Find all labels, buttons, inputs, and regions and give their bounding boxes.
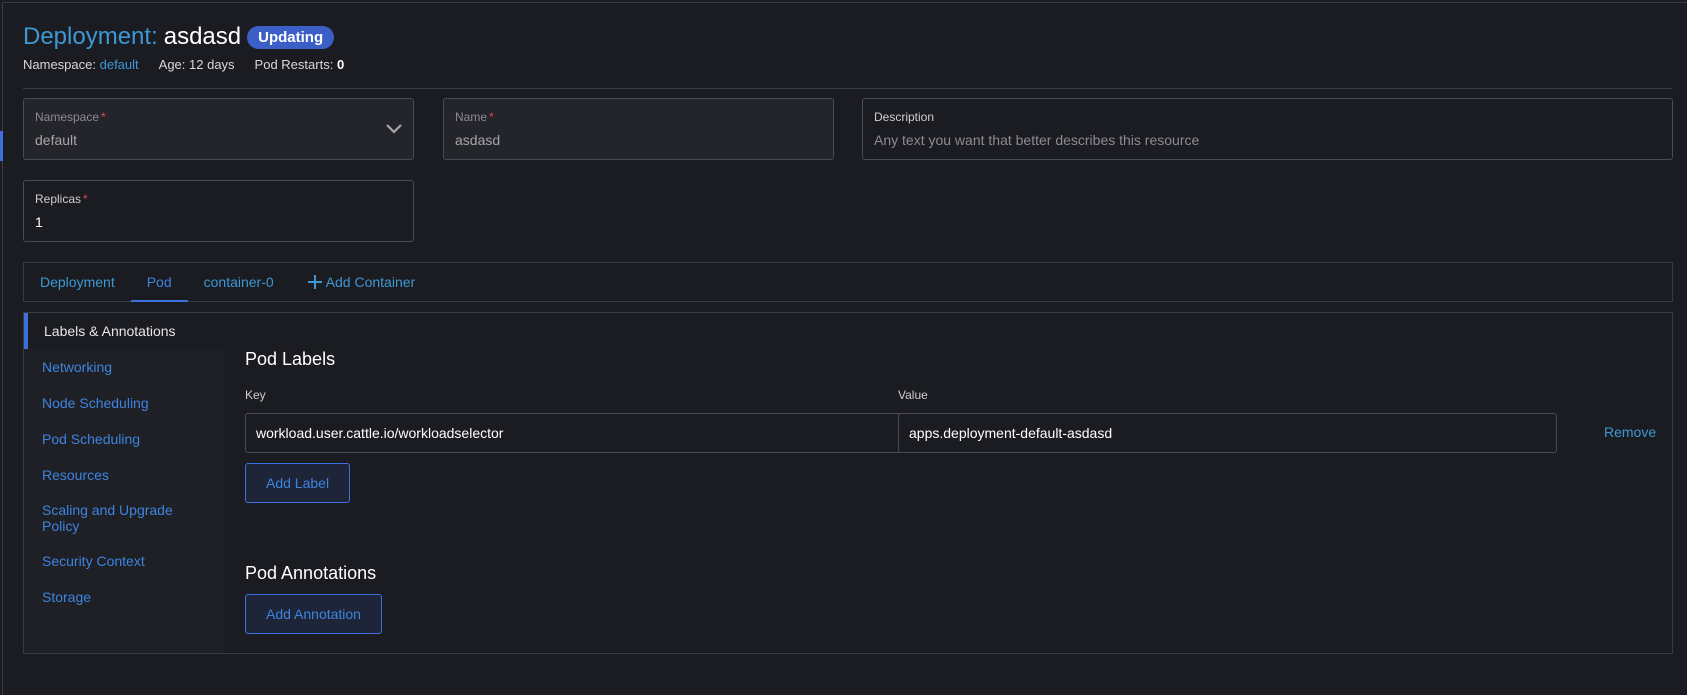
required-mark: *	[101, 110, 106, 124]
side-nav-node-scheduling[interactable]: Node Scheduling	[24, 385, 224, 421]
add-label-button[interactable]: Add Label	[245, 463, 351, 503]
add-annotation-button[interactable]: Add Annotation	[245, 594, 382, 634]
description-field-label: Description	[874, 110, 935, 124]
remove-label-button[interactable]: Remove	[1604, 424, 1656, 440]
namespace-meta-label: Namespace:	[23, 57, 96, 72]
plus-icon	[307, 275, 322, 289]
restarts-meta: Pod Restarts: 0	[255, 57, 345, 72]
name-field-label: Name *	[455, 110, 494, 124]
namespace-link[interactable]: default	[100, 57, 139, 72]
key-column-label: Key	[245, 388, 266, 402]
namespace-select[interactable]: Namespace * default	[23, 98, 414, 160]
side-nav-scaling-upgrade-policy[interactable]: Scaling and Upgrade Policy	[24, 493, 224, 543]
side-nav-resources[interactable]: Resources	[24, 457, 224, 493]
description-placeholder: Any text you want that better describes …	[874, 132, 1200, 148]
add-container-label: Add Container	[325, 274, 416, 290]
chevron-down-icon[interactable]	[384, 121, 404, 135]
replicas-field-value: 1	[35, 214, 43, 230]
namespace-meta: Namespace: default	[23, 57, 139, 72]
name-field-value: asdasd	[455, 132, 501, 148]
resource-type-title: Deployment:	[23, 23, 158, 50]
label-value-input[interactable]: apps.deployment-default-asdasd	[898, 413, 1557, 453]
side-nav-pod-scheduling[interactable]: Pod Scheduling	[24, 421, 224, 457]
tab-pod[interactable]: Pod	[130, 263, 188, 302]
add-container-button[interactable]: Add Container	[290, 263, 432, 301]
page-header: Deployment: asdasd Updating Namespace: d…	[23, 22, 344, 72]
required-mark: *	[83, 192, 88, 206]
value-column-label: Value	[898, 388, 928, 402]
pod-labels-title: Pod Labels	[245, 349, 336, 369]
resource-name-title: asdasd	[163, 23, 242, 50]
status-badge: Updating	[247, 25, 335, 49]
pod-panel: Labels & Annotations Networking Node Sch…	[23, 312, 1673, 654]
side-nav-networking[interactable]: Networking	[24, 349, 224, 385]
restarts-meta-value: 0	[336, 57, 345, 72]
left-accent-bar	[0, 131, 3, 161]
required-mark: *	[489, 110, 494, 124]
header-divider	[23, 88, 1672, 89]
restarts-meta-label: Pod Restarts:	[254, 57, 334, 72]
namespace-field-label: Namespace *	[35, 110, 106, 124]
resource-meta: Namespace: default Age: 12 days Pod Rest…	[23, 57, 344, 72]
side-nav-storage[interactable]: Storage	[24, 579, 224, 615]
description-field[interactable]: Description Any text you want that bette…	[862, 98, 1673, 160]
tab-deployment[interactable]: Deployment	[24, 263, 131, 301]
page-title: Deployment: asdasd Updating	[23, 22, 344, 52]
name-field[interactable]: Name * asdasd	[443, 98, 834, 160]
age-meta: Age: 12 days	[158, 57, 235, 72]
side-nav-security-context[interactable]: Security Context	[24, 543, 224, 579]
namespace-field-value: default	[35, 132, 78, 148]
side-nav-labels-annotations[interactable]: Labels & Annotations	[24, 313, 224, 349]
tab-container-0[interactable]: container-0	[188, 263, 290, 301]
replicas-field[interactable]: Replicas * 1	[23, 180, 414, 242]
replicas-field-label: Replicas *	[35, 192, 88, 206]
pod-annotations-title: Pod Annotations	[245, 563, 377, 583]
labels-annotations-content: Pod Labels Key Value workload.user.cattl…	[224, 313, 1672, 653]
workload-tabs: Deployment Pod container-0 Add Container	[23, 262, 1673, 302]
pod-side-nav: Labels & Annotations Networking Node Sch…	[24, 313, 224, 653]
label-key-input[interactable]: workload.user.cattle.io/workloadselector	[245, 413, 904, 453]
